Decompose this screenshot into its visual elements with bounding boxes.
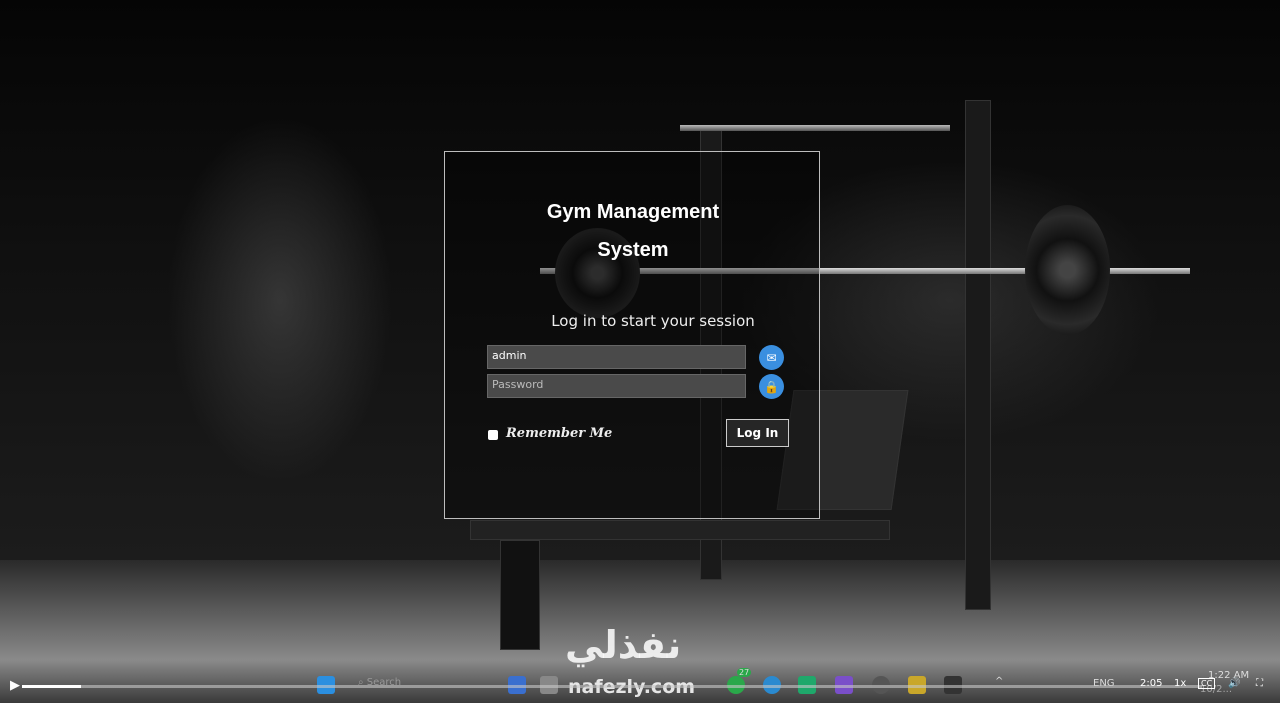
lock-icon: 🔒 <box>759 374 784 399</box>
watermark-arabic: نفذلي <box>565 623 682 667</box>
email-icon: ✉ <box>759 345 784 370</box>
play-icon[interactable]: ▶ <box>10 678 20 693</box>
username-input[interactable]: admin <box>487 345 746 369</box>
video-progress-bar[interactable] <box>22 685 1202 688</box>
weight-plate <box>1025 205 1110 335</box>
remember-me-checkbox[interactable] <box>488 430 498 440</box>
pullup-bar <box>680 125 950 131</box>
fullscreen-icon[interactable]: ⛶ <box>1256 678 1263 689</box>
login-panel: Gym Management System Log in to start yo… <box>444 151 820 519</box>
captions-button[interactable]: CC <box>1198 678 1216 689</box>
app-title-line1: Gym Management <box>546 201 720 223</box>
whatsapp-badge: 27 <box>737 668 752 677</box>
elapsed-time: 2:05 <box>1140 678 1163 689</box>
video-progress-fill <box>22 685 81 688</box>
remember-me-label: Remember Me <box>506 426 613 441</box>
password-input[interactable]: Password <box>487 374 746 398</box>
volume-icon[interactable]: 🔊 <box>1228 678 1240 689</box>
bench-seat <box>470 520 890 540</box>
bench-leg <box>500 540 540 650</box>
app-title-line2: System <box>597 239 669 261</box>
login-button[interactable]: Log In <box>726 419 789 447</box>
login-subtitle: Log in to start your session <box>551 312 755 330</box>
speed-button[interactable]: 1x <box>1174 678 1186 689</box>
rack-post <box>965 100 991 610</box>
